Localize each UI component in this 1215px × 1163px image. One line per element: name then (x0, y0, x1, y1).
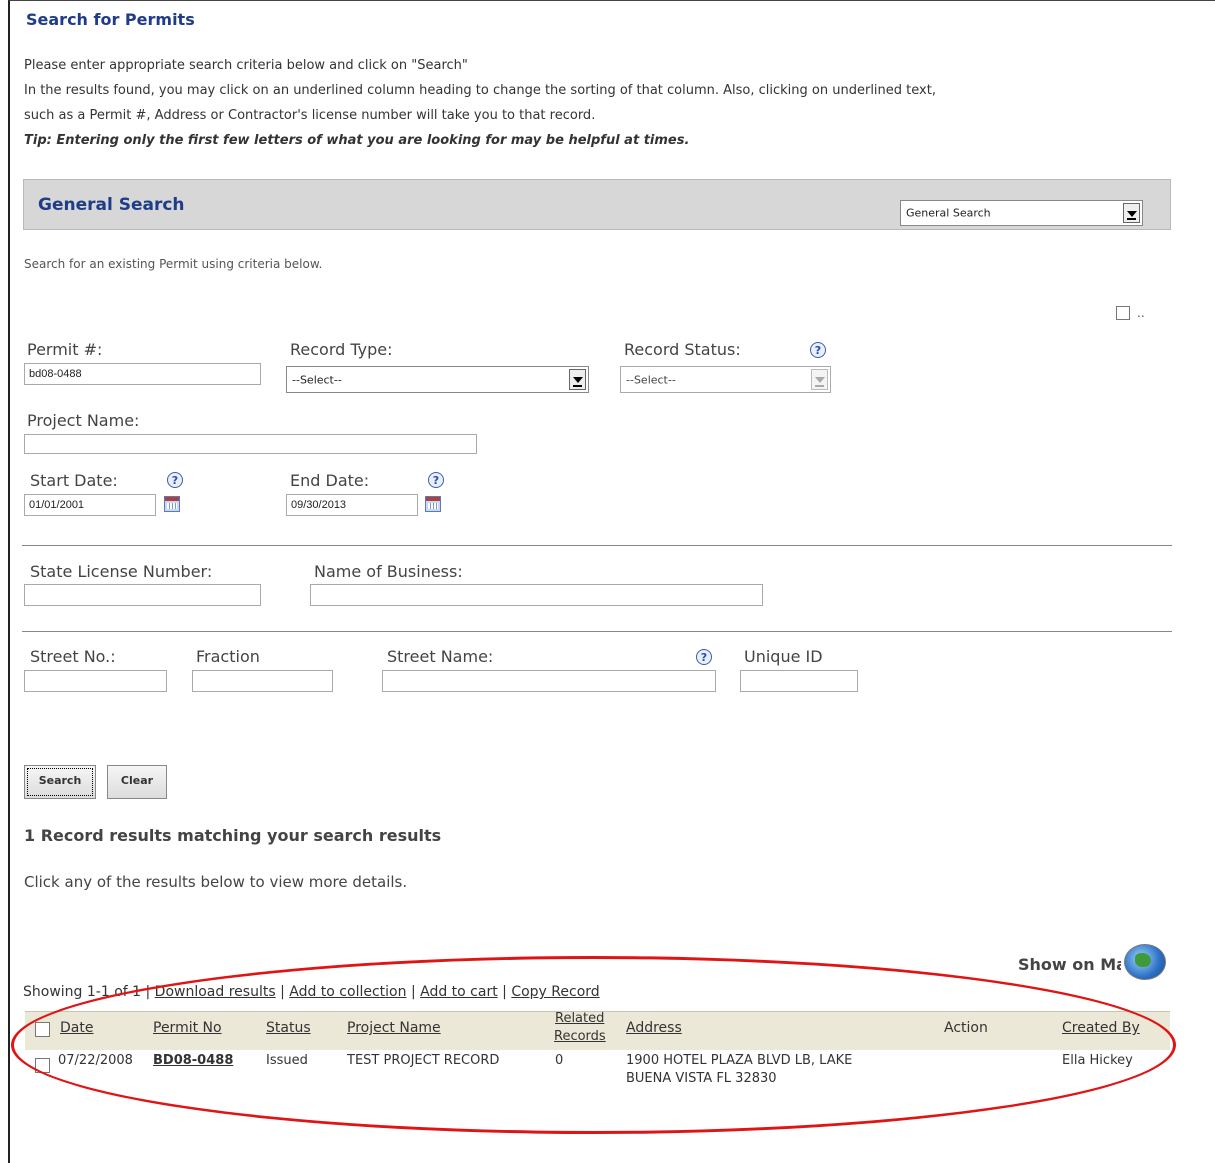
calendar-icon[interactable] (164, 496, 180, 512)
search-type-select[interactable]: General Search (900, 200, 1143, 226)
unique-id-input[interactable] (740, 670, 858, 692)
search-button[interactable]: Search (24, 765, 96, 799)
general-search-title: General Search (38, 195, 185, 215)
help-icon[interactable]: ? (167, 472, 183, 488)
tip-text: Tip: Entering only the first few letters… (24, 133, 690, 148)
record-type-value: --Select-- (292, 373, 342, 386)
street-name-label: Street Name: (387, 647, 494, 666)
record-status-label: Record Status: (624, 340, 741, 359)
fraction-label: Fraction (196, 647, 260, 666)
intro-line-3: such as a Permit #, Address or Contracto… (24, 108, 596, 123)
end-date-input[interactable] (286, 494, 418, 516)
globe-map-icon[interactable] (1124, 944, 1166, 980)
help-icon[interactable]: ? (696, 649, 712, 665)
record-status-select[interactable]: --Select-- (620, 366, 831, 393)
highlight-oval (11, 956, 1176, 1134)
result-hint: Click any of the results below to view m… (24, 873, 408, 891)
result-count: 1 Record results matching your search re… (24, 826, 442, 845)
page-title: Search for Permits (26, 10, 195, 29)
street-name-input[interactable] (382, 670, 716, 692)
record-status-value: --Select-- (626, 373, 676, 386)
fraction-input[interactable] (192, 670, 333, 692)
state-license-label: State License Number: (30, 562, 213, 581)
business-name-input[interactable] (310, 584, 763, 606)
project-name-input[interactable] (24, 434, 477, 454)
intro-line-2: In the results found, you may click on a… (24, 83, 936, 98)
end-date-label: End Date: (290, 471, 370, 490)
intro-line-1: Please enter appropriate search criteria… (24, 58, 468, 73)
calendar-icon[interactable] (425, 496, 441, 512)
start-date-label: Start Date: (30, 471, 118, 490)
chevron-down-icon[interactable] (1123, 203, 1140, 223)
clear-button[interactable]: Clear (107, 765, 167, 799)
street-no-label: Street No.: (30, 647, 116, 666)
unique-id-label: Unique ID (744, 647, 823, 666)
divider (22, 545, 1172, 546)
street-no-input[interactable] (24, 670, 167, 692)
search-type-value: General Search (906, 206, 991, 220)
permit-number-label: Permit #: (27, 340, 103, 359)
record-type-select[interactable]: --Select-- (286, 366, 589, 393)
business-name-label: Name of Business: (314, 562, 463, 581)
state-license-input[interactable] (24, 584, 261, 606)
help-icon[interactable]: ? (428, 472, 444, 488)
chevron-down-icon[interactable] (811, 369, 828, 390)
search-description: Search for an existing Permit using crit… (24, 257, 323, 271)
divider (22, 631, 1172, 632)
record-type-label: Record Type: (290, 340, 393, 359)
options-checkbox-label: .. (1137, 306, 1145, 320)
show-on-map-label[interactable]: Show on Ma (1018, 955, 1121, 974)
help-icon[interactable]: ? (810, 342, 826, 358)
permit-number-input[interactable] (24, 363, 261, 385)
options-checkbox[interactable] (1116, 306, 1130, 320)
project-name-label: Project Name: (27, 411, 140, 430)
start-date-input[interactable] (24, 494, 156, 516)
chevron-down-icon[interactable] (569, 369, 586, 390)
